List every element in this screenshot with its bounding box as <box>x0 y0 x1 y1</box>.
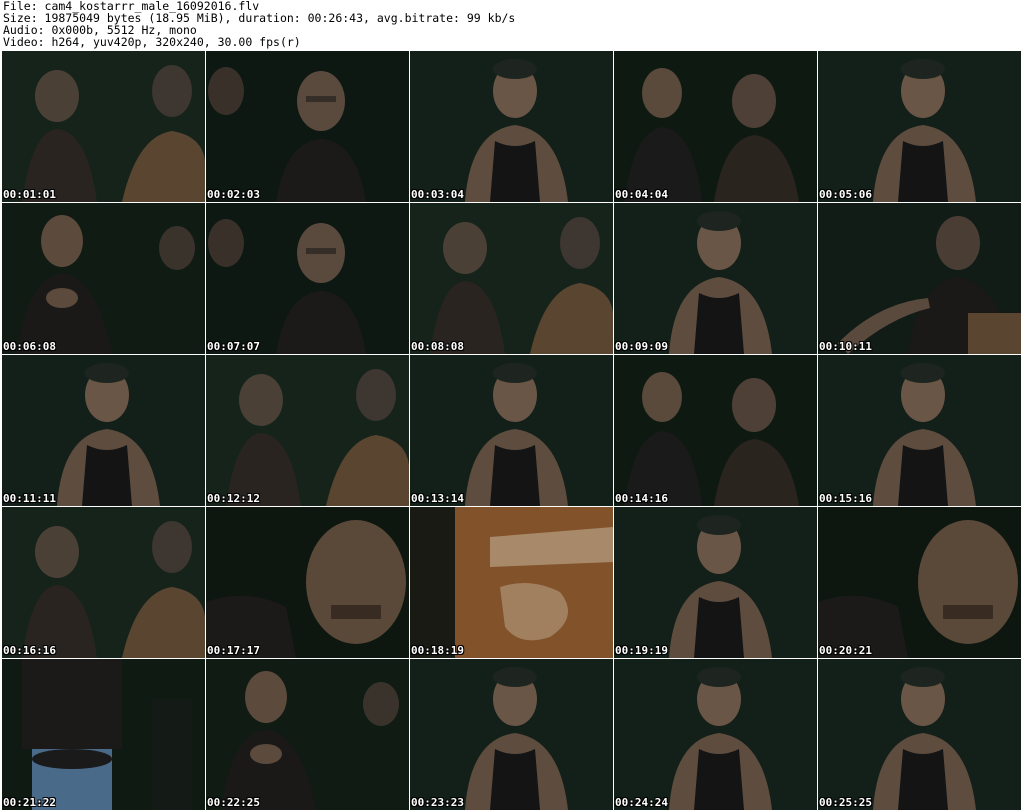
thumbnail-frame-image <box>410 203 613 354</box>
thumbnail-frame-image <box>206 355 409 506</box>
timestamp-label: 00:15:16 <box>819 492 872 505</box>
video-info-line: Video: h264, yuv420p, 320x240, 30.00 fps… <box>3 35 301 49</box>
thumbnail-frame-image <box>2 659 205 810</box>
timestamp-label: 00:18:19 <box>411 644 464 657</box>
video-thumbnail: 00:19:19 <box>614 507 817 658</box>
timestamp-label: 00:19:19 <box>615 644 668 657</box>
timestamp-label: 00:20:21 <box>819 644 872 657</box>
video-thumbnail: 00:05:06 <box>818 51 1021 202</box>
video-thumbnail: 00:25:25 <box>818 659 1021 810</box>
thumbnail-frame-image <box>818 51 1021 202</box>
video-thumbnail: 00:11:11 <box>2 355 205 506</box>
timestamp-label: 00:25:25 <box>819 796 872 809</box>
video-thumbnail: 00:02:03 <box>206 51 409 202</box>
timestamp-label: 00:02:03 <box>207 188 260 201</box>
timestamp-label: 00:23:23 <box>411 796 464 809</box>
thumbnail-frame-image <box>2 203 205 354</box>
video-thumbnail: 00:13:14 <box>410 355 613 506</box>
thumbnail-frame-image <box>206 507 409 658</box>
timestamp-label: 00:21:22 <box>3 796 56 809</box>
thumbnail-frame-image <box>410 51 613 202</box>
video-thumbnail: 00:20:21 <box>818 507 1021 658</box>
video-thumbnail: 00:14:16 <box>614 355 817 506</box>
thumbnail-frame-image <box>818 355 1021 506</box>
timestamp-label: 00:17:17 <box>207 644 260 657</box>
video-thumbnail: 00:18:19 <box>410 507 613 658</box>
timestamp-label: 00:11:11 <box>3 492 56 505</box>
timestamp-label: 00:22:25 <box>207 796 260 809</box>
thumbnail-frame-image <box>614 51 817 202</box>
timestamp-label: 00:09:09 <box>615 340 668 353</box>
contact-sheet: File: cam4_kostarrr_male_16092016.flv Si… <box>0 0 1024 811</box>
thumbnail-frame-image <box>614 355 817 506</box>
thumbnail-frame-image <box>818 507 1021 658</box>
video-thumbnail: 00:10:11 <box>818 203 1021 354</box>
video-thumbnail: 00:24:24 <box>614 659 817 810</box>
video-thumbnail: 00:16:16 <box>2 507 205 658</box>
timestamp-label: 00:12:12 <box>207 492 260 505</box>
file-info-header: File: cam4_kostarrr_male_16092016.flv Si… <box>3 0 1021 50</box>
thumbnail-frame-image <box>206 51 409 202</box>
thumbnail-frame-image <box>410 659 613 810</box>
timestamp-label: 00:03:04 <box>411 188 464 201</box>
thumbnail-frame-image <box>410 355 613 506</box>
video-thumbnail: 00:03:04 <box>410 51 613 202</box>
thumbnail-frame-image <box>206 659 409 810</box>
video-thumbnail: 00:07:07 <box>206 203 409 354</box>
thumbnail-frame-image <box>818 203 1021 354</box>
video-thumbnail: 00:22:25 <box>206 659 409 810</box>
timestamp-label: 00:01:01 <box>3 188 56 201</box>
timestamp-label: 00:10:11 <box>819 340 872 353</box>
thumbnail-grid: 00:01:01 00:02:03 00:03:04 00:04:04 00:0… <box>2 51 1022 811</box>
video-thumbnail: 00:06:08 <box>2 203 205 354</box>
video-thumbnail: 00:12:12 <box>206 355 409 506</box>
thumbnail-frame-image <box>410 507 613 658</box>
timestamp-label: 00:06:08 <box>3 340 56 353</box>
thumbnail-frame-image <box>206 203 409 354</box>
thumbnail-frame-image <box>818 659 1021 810</box>
video-thumbnail: 00:09:09 <box>614 203 817 354</box>
video-thumbnail: 00:01:01 <box>2 51 205 202</box>
timestamp-label: 00:07:07 <box>207 340 260 353</box>
timestamp-label: 00:08:08 <box>411 340 464 353</box>
timestamp-label: 00:13:14 <box>411 492 464 505</box>
timestamp-label: 00:04:04 <box>615 188 668 201</box>
video-thumbnail: 00:17:17 <box>206 507 409 658</box>
thumbnail-frame-image <box>2 507 205 658</box>
video-thumbnail: 00:08:08 <box>410 203 613 354</box>
thumbnail-frame-image <box>614 203 817 354</box>
timestamp-label: 00:05:06 <box>819 188 872 201</box>
thumbnail-frame-image <box>614 659 817 810</box>
video-thumbnail: 00:21:22 <box>2 659 205 810</box>
video-thumbnail: 00:15:16 <box>818 355 1021 506</box>
thumbnail-frame-image <box>2 355 205 506</box>
thumbnail-frame-image <box>614 507 817 658</box>
video-thumbnail: 00:04:04 <box>614 51 817 202</box>
timestamp-label: 00:16:16 <box>3 644 56 657</box>
thumbnail-frame-image <box>2 51 205 202</box>
video-thumbnail: 00:23:23 <box>410 659 613 810</box>
timestamp-label: 00:14:16 <box>615 492 668 505</box>
timestamp-label: 00:24:24 <box>615 796 668 809</box>
